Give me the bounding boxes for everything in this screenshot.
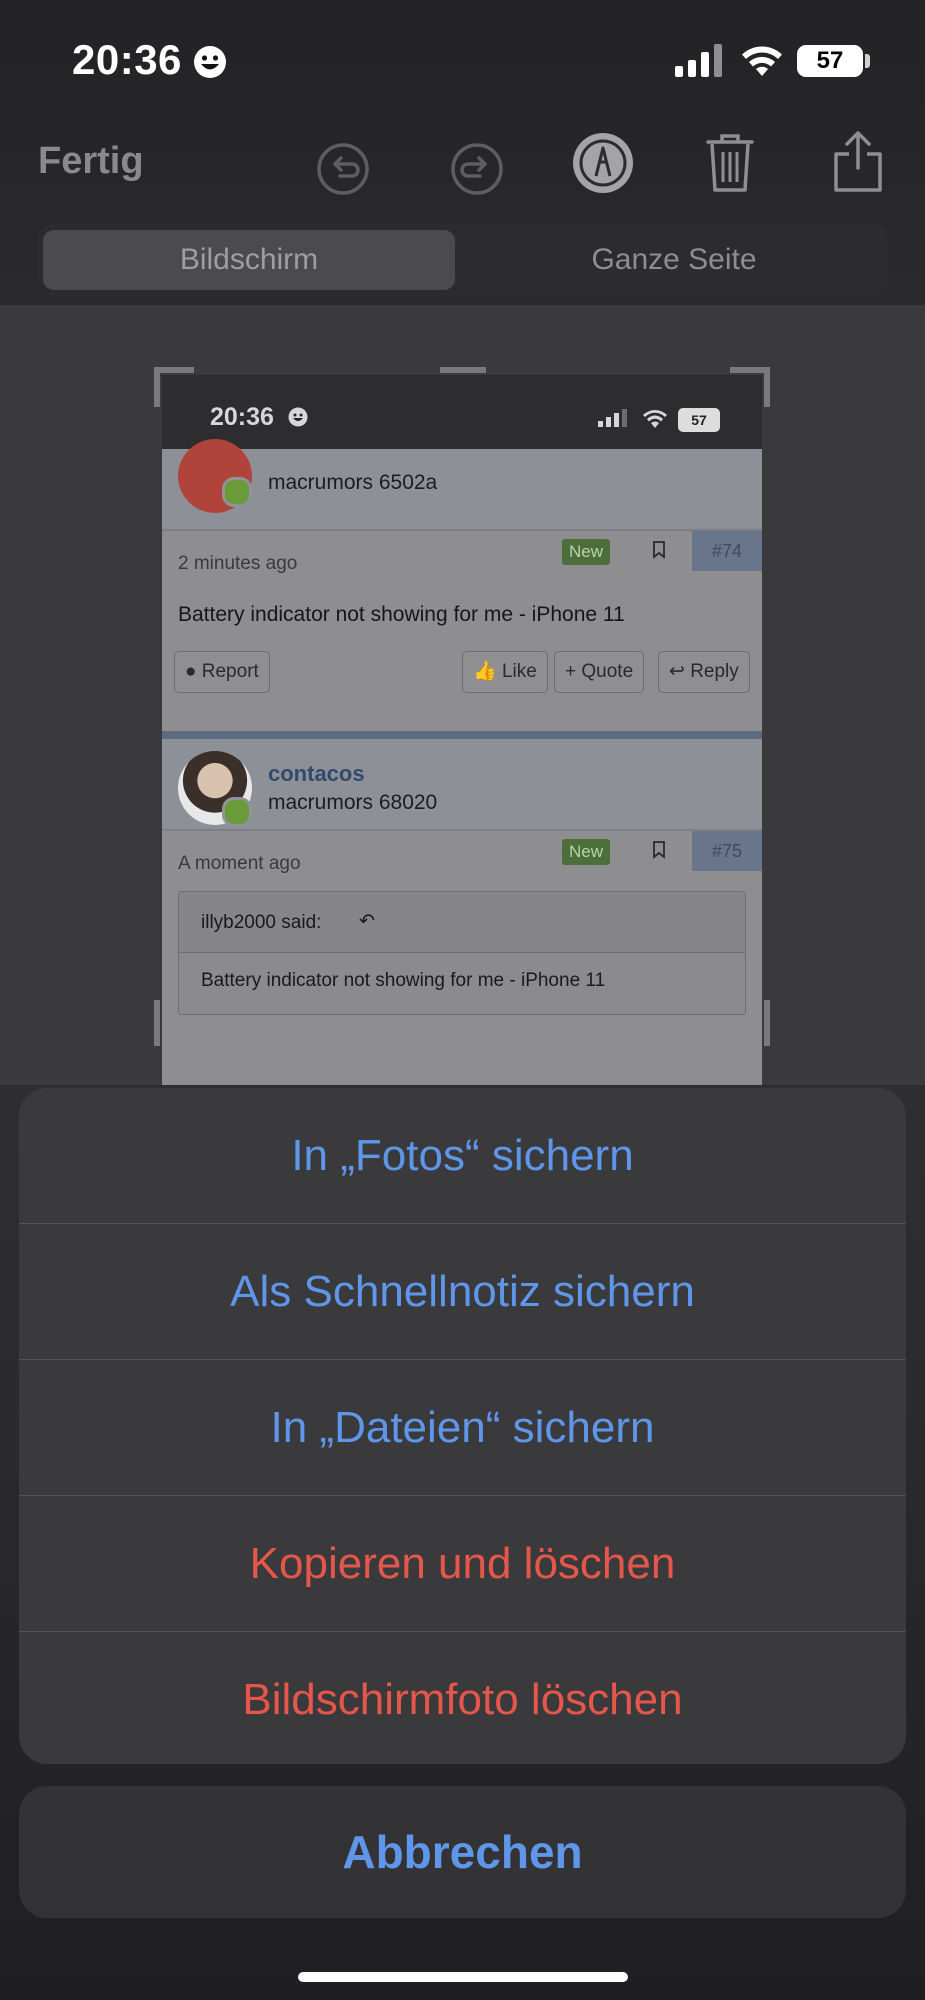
save-to-photos-button[interactable]: In „Fotos“ sichern: [19, 1088, 906, 1223]
crop-handle-top-right-vertical[interactable]: [764, 367, 770, 407]
new-badge: New: [562, 839, 610, 865]
segment-ganze-seite[interactable]: Ganze Seite: [468, 230, 880, 290]
crop-handle-right[interactable]: [764, 1000, 770, 1046]
cellular-signal-icon: [598, 409, 627, 427]
new-badge: New: [562, 539, 610, 565]
quote-author[interactable]: illyb2000 said:: [201, 912, 321, 934]
post-text: Battery indicator not showing for me - i…: [178, 603, 625, 626]
preview-battery: 57: [678, 408, 720, 432]
quote-arrow-icon[interactable]: ↶: [359, 910, 375, 933]
bookmark-icon[interactable]: [652, 841, 666, 859]
save-action-sheet: In „Fotos“ sichern Als Schnellnotiz sich…: [19, 1088, 906, 1764]
like-button[interactable]: 👍 Like: [462, 651, 548, 693]
crop-handle-top-left-vertical[interactable]: [154, 367, 160, 407]
status-bar: 20:36 57: [0, 0, 925, 120]
crop-handle-top[interactable]: [440, 367, 486, 373]
wifi-icon: [643, 410, 667, 428]
segment-bildschirm[interactable]: Bildschirm: [43, 230, 455, 290]
quote-block: illyb2000 said: ↶ Battery indicator not …: [178, 891, 746, 1015]
status-time: 20:36: [72, 36, 182, 83]
smiley-face-icon: [194, 46, 226, 78]
bookmark-icon[interactable]: [652, 541, 666, 559]
thumbs-up-icon: 👍: [473, 661, 497, 682]
post-time: 2 minutes ago: [178, 553, 298, 574]
wifi-icon: [742, 46, 782, 76]
reply-label: Reply: [690, 661, 739, 682]
crop-handle-top-left[interactable]: [154, 367, 194, 373]
smiley-face-icon: [288, 407, 308, 427]
username[interactable]: contacos: [268, 761, 365, 787]
quote-button[interactable]: + Quote: [554, 651, 645, 693]
screenshot-preview[interactable]: 20:36 57 macrumors 6502a 2 minutes ago N…: [162, 375, 762, 1085]
screenshot-editor-toolbar: Fertig: [0, 120, 925, 220]
copy-and-delete-button[interactable]: Kopieren und löschen: [19, 1496, 906, 1631]
report-icon: ●: [185, 661, 197, 682]
post-number[interactable]: #75: [692, 831, 762, 871]
cellular-signal-icon: [675, 44, 722, 77]
quote-text: Battery indicator not showing for me - i…: [201, 970, 606, 991]
done-button[interactable]: Fertig: [38, 140, 144, 183]
quote-label: + Quote: [565, 661, 634, 682]
preview-status-bar: 20:36 57: [162, 375, 762, 449]
post-75-header: contacos macrumors 68020: [162, 739, 762, 831]
user-title: macrumors 6502a: [268, 471, 438, 494]
trash-icon[interactable]: [704, 132, 756, 194]
online-status-icon: [222, 477, 252, 507]
crop-handle-left[interactable]: [154, 1000, 160, 1046]
share-icon[interactable]: [832, 130, 884, 194]
undo-icon[interactable]: [314, 140, 372, 198]
post-divider: [162, 731, 762, 739]
reply-icon: ↩: [669, 661, 685, 682]
markup-pen-icon[interactable]: [572, 132, 634, 194]
save-to-files-button[interactable]: In „Dateien“ sichern: [19, 1360, 906, 1495]
post-number[interactable]: #74: [692, 531, 762, 571]
redo-icon[interactable]: [448, 140, 506, 198]
home-indicator[interactable]: [298, 1972, 628, 1982]
quote-header: illyb2000 said: ↶: [179, 892, 745, 953]
like-label: Like: [501, 661, 537, 682]
post-time: A moment ago: [178, 853, 301, 874]
report-button[interactable]: ● Report: [174, 651, 270, 693]
preview-status-time: 20:36: [210, 403, 274, 431]
battery-indicator: 57: [797, 45, 863, 77]
battery-tip: [865, 54, 870, 68]
cancel-button[interactable]: Abbrechen: [19, 1786, 906, 1918]
reply-button[interactable]: ↩ Reply: [658, 651, 750, 693]
post-74-header: macrumors 6502a: [162, 439, 762, 531]
post-75-body: A moment ago New #75 illyb2000 said: ↶ B…: [162, 831, 762, 1085]
online-status-icon: [222, 797, 252, 827]
report-label: Report: [201, 661, 259, 682]
capture-mode-segmented-control: Bildschirm Ganze Seite: [38, 224, 888, 296]
save-as-quick-note-button[interactable]: Als Schnellnotiz sichern: [19, 1224, 906, 1359]
user-title: macrumors 68020: [268, 791, 438, 814]
delete-screenshot-button[interactable]: Bildschirmfoto löschen: [19, 1632, 906, 1764]
